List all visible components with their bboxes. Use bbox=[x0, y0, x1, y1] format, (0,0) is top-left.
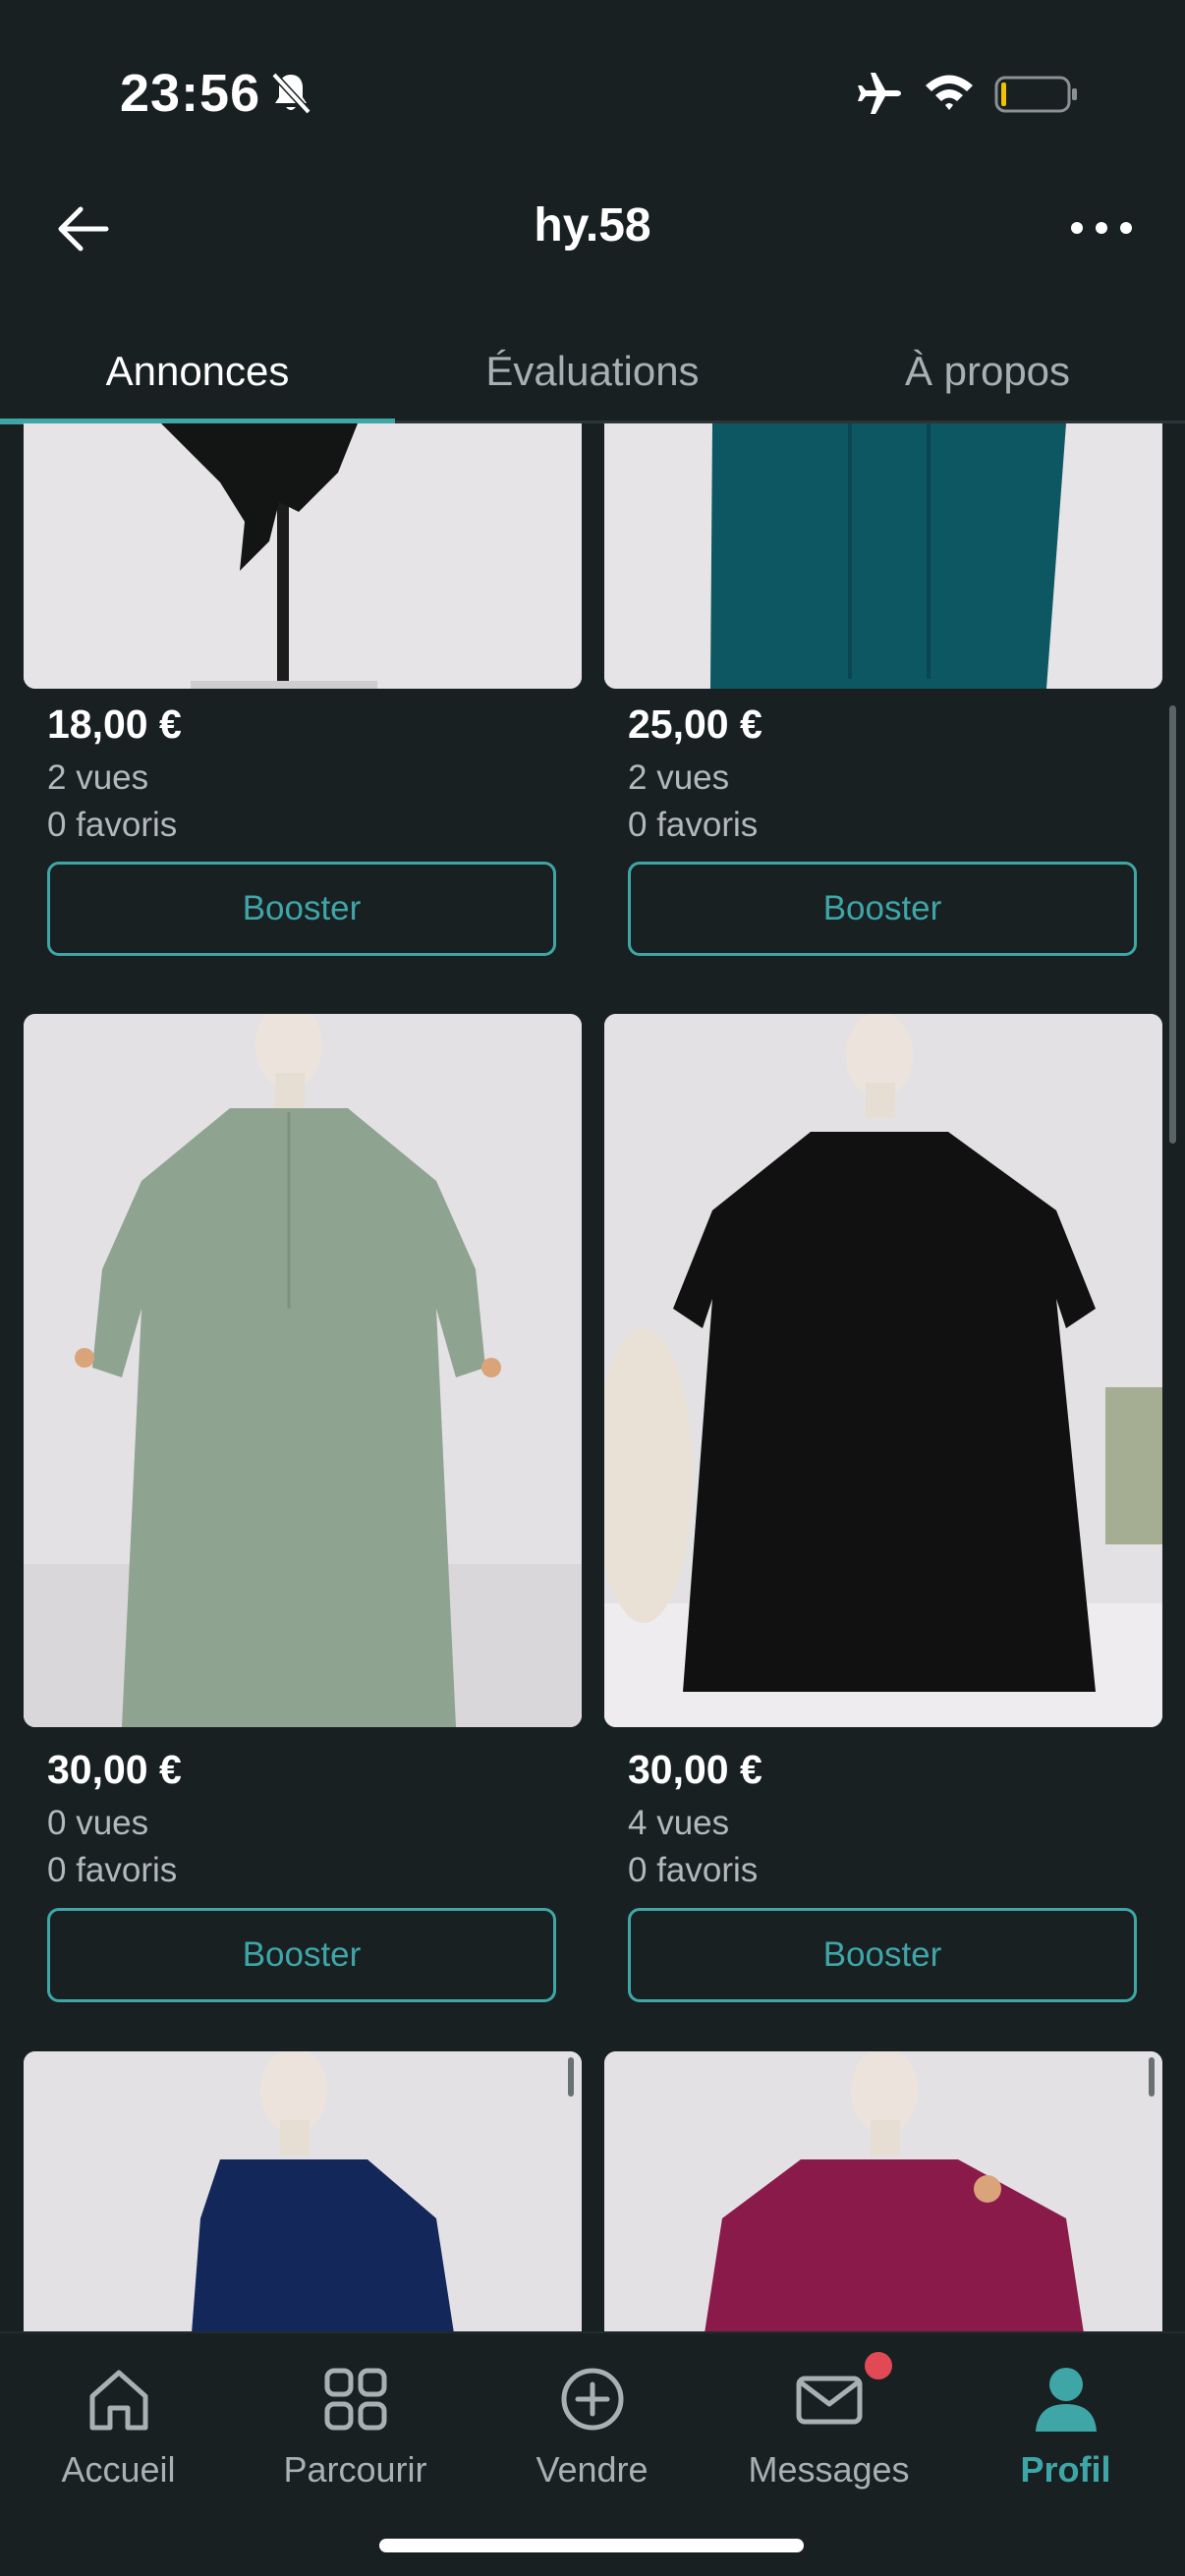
garment-shape bbox=[710, 423, 1066, 689]
home-icon bbox=[89, 2370, 148, 2431]
profile-tabs: Annonces Évaluations À propos bbox=[0, 319, 1185, 423]
listing-photo[interactable] bbox=[24, 2051, 582, 2331]
person-icon bbox=[1036, 2368, 1097, 2432]
garment-shape bbox=[673, 1132, 1096, 1692]
garment-illustration bbox=[24, 423, 582, 689]
garment-illustration bbox=[604, 1014, 1162, 1727]
status-time: 23:56 bbox=[120, 64, 261, 123]
tab-a-propos[interactable]: À propos bbox=[790, 319, 1185, 423]
listing-photo[interactable] bbox=[604, 2051, 1162, 2331]
nav-label: Profil bbox=[1020, 2449, 1111, 2490]
scrollbar[interactable] bbox=[1169, 705, 1176, 1144]
nav-label: Vendre bbox=[536, 2449, 649, 2490]
page-title: hy.58 bbox=[534, 199, 651, 252]
nav-label: Accueil bbox=[61, 2449, 176, 2490]
bell-muted-icon bbox=[271, 72, 311, 115]
listing-views: 2 vues bbox=[628, 758, 730, 797]
plus-circle-icon bbox=[561, 2368, 624, 2431]
listing-views: 2 vues bbox=[47, 758, 149, 797]
nav-label: Messages bbox=[748, 2449, 910, 2490]
garment-illustration bbox=[24, 1014, 582, 1727]
nav-vendre[interactable]: Vendre bbox=[474, 2333, 710, 2510]
booster-button[interactable]: Booster bbox=[628, 862, 1137, 956]
battery-icon bbox=[994, 76, 1077, 113]
tab-evaluations[interactable]: Évaluations bbox=[395, 319, 790, 423]
nav-accueil[interactable]: Accueil bbox=[0, 2333, 237, 2510]
more-options-icon[interactable] bbox=[1069, 218, 1134, 238]
grid-icon bbox=[324, 2368, 387, 2431]
listing-price: 30,00 € bbox=[47, 1747, 182, 1792]
listing-price: 18,00 € bbox=[47, 701, 182, 747]
garment-illustration bbox=[604, 2051, 1162, 2331]
listing-photo[interactable] bbox=[604, 1014, 1162, 1727]
nav-parcourir[interactable]: Parcourir bbox=[237, 2333, 474, 2510]
nav-label: Parcourir bbox=[283, 2449, 427, 2490]
listing-favorites: 0 favoris bbox=[628, 806, 759, 844]
notification-badge bbox=[860, 2347, 897, 2384]
booster-button[interactable]: Booster bbox=[47, 1908, 556, 2002]
nav-profil[interactable]: Profil bbox=[947, 2333, 1184, 2510]
mail-icon bbox=[796, 2376, 863, 2425]
garment-illustration bbox=[604, 423, 1162, 689]
airplane-icon bbox=[858, 73, 901, 114]
tab-annonces[interactable]: Annonces bbox=[0, 319, 395, 423]
wifi-icon bbox=[926, 75, 973, 110]
listing-price: 30,00 € bbox=[628, 1747, 762, 1792]
home-indicator[interactable] bbox=[379, 2539, 804, 2552]
nav-messages[interactable]: Messages bbox=[710, 2333, 947, 2510]
listings-grid[interactable]: 18,00 € 2 vues 0 favoris Booster 25,00 €… bbox=[0, 423, 1185, 2331]
listing-photo[interactable] bbox=[24, 1014, 582, 1727]
booster-button[interactable]: Booster bbox=[628, 1908, 1137, 2002]
status-bar: 23:56 bbox=[0, 0, 1185, 187]
listing-photo[interactable] bbox=[24, 423, 582, 689]
listing-views: 0 vues bbox=[47, 1804, 149, 1842]
booster-button[interactable]: Booster bbox=[47, 862, 556, 956]
garment-illustration bbox=[24, 2051, 582, 2331]
listing-favorites: 0 favoris bbox=[628, 1851, 759, 1889]
listing-favorites: 0 favoris bbox=[47, 1851, 178, 1889]
listing-views: 4 vues bbox=[628, 1804, 730, 1842]
listing-favorites: 0 favoris bbox=[47, 806, 178, 844]
listing-photo[interactable] bbox=[604, 423, 1162, 689]
listing-price: 25,00 € bbox=[628, 701, 762, 747]
